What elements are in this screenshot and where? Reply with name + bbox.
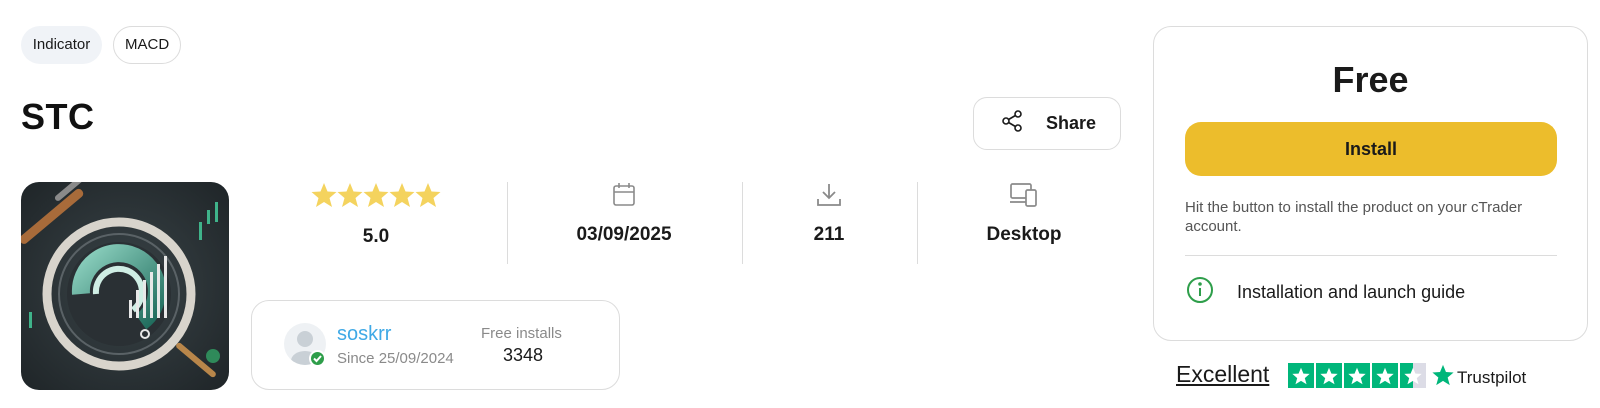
install-hint: Hit the button to install the product on…	[1185, 199, 1523, 235]
author-name-link[interactable]: soskrr	[337, 323, 391, 346]
author-since: Since 25/09/2024	[337, 350, 454, 367]
author-card: soskrr Since 25/09/2024 Free installs 33…	[251, 300, 620, 390]
share-label: Share	[1046, 113, 1097, 133]
trustpilot-star-icon	[1316, 363, 1342, 388]
trustpilot-star-icon	[1288, 363, 1314, 388]
trustpilot-brand: Trustpilot	[1457, 367, 1527, 387]
trustpilot-star-icon	[1344, 363, 1370, 388]
share-icon	[1000, 109, 1024, 138]
stat-divider	[917, 182, 918, 264]
price-label: Free	[1332, 59, 1409, 100]
trustpilot-logo[interactable]: Trustpilot	[1432, 364, 1526, 391]
download-icon	[779, 182, 879, 214]
free-installs-value: 3348	[503, 345, 544, 365]
trustpilot-rating-link[interactable]: Excellent	[1176, 361, 1269, 388]
date-stat: 03/09/2025	[544, 182, 704, 264]
date-value: 03/09/2025	[576, 224, 672, 245]
product-image	[21, 182, 229, 390]
purchase-card: Free Install Hit the button to install t…	[1153, 26, 1588, 341]
verified-icon	[309, 350, 326, 367]
page-title: STC	[21, 96, 95, 137]
platform-stat: Desktop	[969, 182, 1079, 264]
devices-icon	[969, 182, 1079, 214]
trustpilot-star-icon	[1372, 363, 1398, 388]
installation-guide-link[interactable]: Installation and launch guide	[1185, 275, 1466, 310]
trustpilot-star-icon	[1432, 364, 1454, 391]
trustpilot-stars[interactable]	[1288, 363, 1426, 388]
trustpilot-half-star-icon	[1400, 363, 1426, 388]
downloads-stat: 211	[779, 182, 879, 264]
rating-stat: 5.0	[301, 182, 451, 264]
stat-divider	[742, 182, 743, 264]
guide-label: Installation and launch guide	[1237, 281, 1466, 302]
downloads-value: 211	[813, 224, 845, 245]
stat-divider	[507, 182, 508, 264]
install-button[interactable]: Install	[1185, 122, 1557, 176]
platform-value: Desktop	[986, 224, 1062, 245]
info-icon	[1185, 275, 1215, 310]
calendar-icon	[544, 182, 704, 214]
share-button[interactable]: Share	[973, 97, 1121, 150]
tag-indicator[interactable]: Indicator	[21, 26, 102, 64]
tag-macd[interactable]: MACD	[113, 26, 181, 64]
rating-stars	[301, 182, 451, 210]
rating-value: 5.0	[362, 226, 390, 247]
card-divider	[1185, 255, 1557, 256]
free-installs-label: Free installs	[481, 325, 562, 342]
